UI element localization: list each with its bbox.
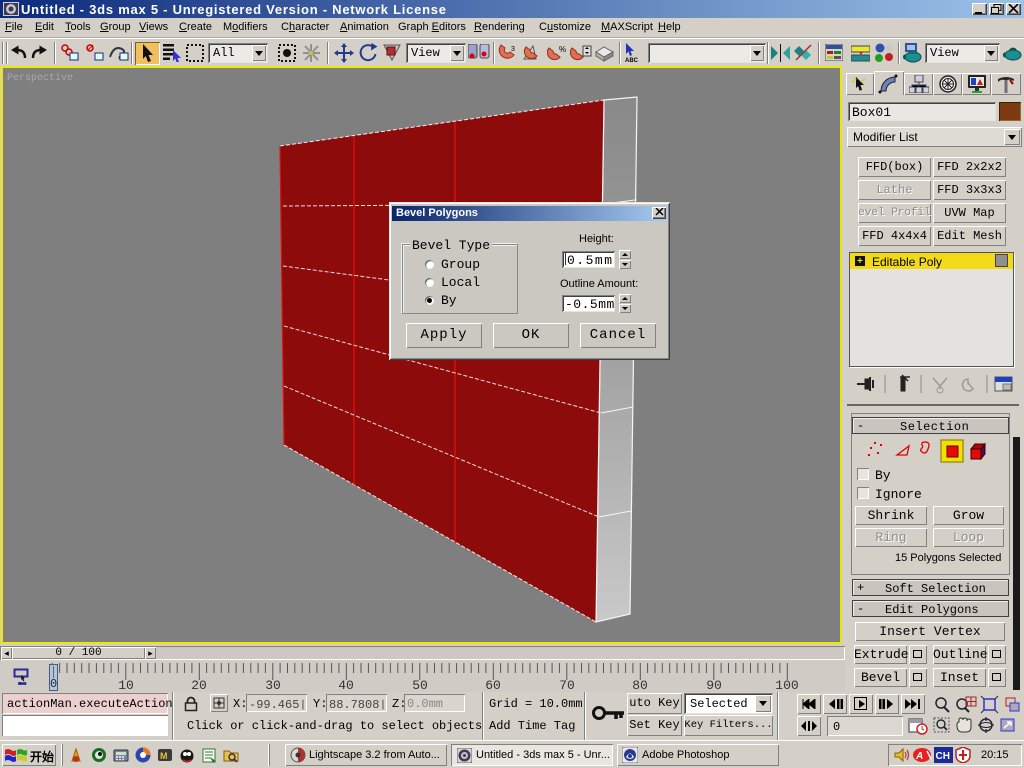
svg-text:A: A [915, 751, 923, 762]
svg-text:M: M [160, 751, 168, 761]
svg-text:100: 100 [775, 678, 798, 692]
svg-text:50: 50 [412, 678, 428, 692]
svg-text:20: 20 [191, 678, 207, 692]
svg-text:ABC: ABC [625, 58, 639, 63]
svg-text:30: 30 [265, 678, 281, 692]
svg-text:10: 10 [118, 678, 134, 692]
svg-text:3: 3 [511, 46, 515, 53]
svg-text:90: 90 [706, 678, 722, 692]
svg-text:80: 80 [632, 678, 648, 692]
svg-text:70: 70 [559, 678, 575, 692]
svg-text:CH: CH [936, 751, 950, 762]
svg-text:40: 40 [338, 678, 354, 692]
svg-text:60: 60 [485, 678, 501, 692]
svg-text:%: % [559, 45, 566, 54]
